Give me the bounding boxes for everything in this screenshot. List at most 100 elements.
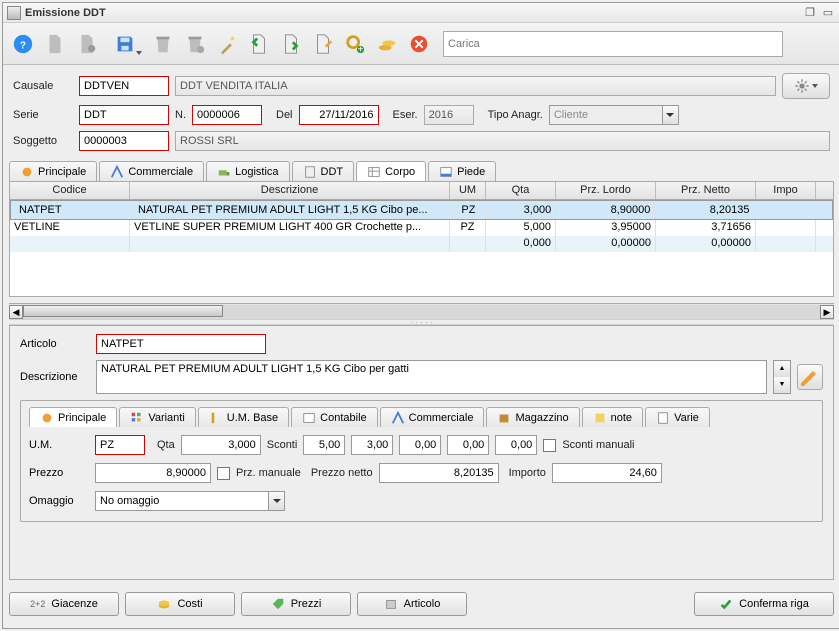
eser-label: Eser. [393,109,418,121]
serie-field[interactable] [79,105,169,125]
omaggio-select[interactable]: No omaggio [95,491,285,511]
table-row[interactable]: VETLINE VETLINE SUPER PREMIUM LIGHT 400 … [10,220,833,236]
titlebar: Emissione DDT ❐ ▭ [3,3,839,23]
sconti-manuali-checkbox[interactable] [543,439,556,452]
prezzo-label: Prezzo [29,467,89,479]
svg-text:+: + [358,44,364,55]
costi-button[interactable]: Costi [125,592,235,616]
new-icon[interactable] [41,30,69,58]
descrizione-spinner[interactable]: ▲▼ [773,360,791,394]
prezzo-field[interactable] [95,463,211,483]
soggetto-desc [175,131,830,151]
edit-icon[interactable] [309,30,337,58]
tab-piede[interactable]: Piede [428,161,496,181]
eser-field [424,105,474,125]
svg-text:?: ? [20,40,26,51]
open-icon[interactable] [245,30,273,58]
header-form: Causale Serie N. Del Eser. Tipo Anagr. C… [3,65,839,157]
table-row[interactable]: NATPET NATURAL PET PREMIUM ADULT LIGHT 1… [10,200,833,220]
sconto4-field[interactable] [447,435,489,455]
dtab-contabile[interactable]: Contabile [291,407,377,427]
prezzi-button[interactable]: Prezzi [241,592,351,616]
dtab-principale[interactable]: Principale [29,407,117,427]
tab-ddt[interactable]: DDT [292,161,355,181]
del-label: Del [276,109,293,121]
save-icon[interactable] [105,30,145,58]
importo-field[interactable] [552,463,662,483]
close-icon[interactable] [405,30,433,58]
trash2-icon[interactable] [181,30,209,58]
tab-corpo[interactable]: Corpo [356,161,426,181]
top-tabstrip: Principale Commerciale Logistica DDT Cor… [3,161,839,181]
importo-label: Importo [509,467,546,479]
tipoanagr-select[interactable]: Cliente [549,105,679,125]
prz-manuale-label: Prz. manuale [236,467,301,479]
um-field[interactable] [95,435,145,455]
dtab-magazzino[interactable]: Magazzino [486,407,579,427]
grid-panel: Codice Descrizione UM Qta Prz. Lordo Prz… [9,181,834,297]
causale-label: Causale [13,80,73,92]
toolbar: ? + Carica [3,23,839,65]
omaggio-label: Omaggio [29,495,89,507]
tab-logistica[interactable]: Logistica [206,161,289,181]
prezzo-netto-field[interactable] [379,463,499,483]
dtab-umbase[interactable]: U.M. Base [198,407,289,427]
window-icon [7,6,21,20]
causale-field[interactable] [79,76,169,96]
app-window: Emissione DDT ❐ ▭ ? + Carica Causale Ser… [2,2,839,629]
scroll-left-icon[interactable]: ◀ [9,305,23,319]
table-row[interactable]: 0,000 0,00000 0,00000 [10,236,833,252]
sconto5-field[interactable] [495,435,537,455]
sconti-label: Sconti [267,439,298,451]
qta-label: Qta [157,439,175,451]
dtab-varianti[interactable]: Varianti [119,407,195,427]
coins-icon[interactable] [373,30,401,58]
giacenze-button[interactable]: 2+2Giacenze [9,592,119,616]
tab-commerciale[interactable]: Commerciale [99,161,204,181]
sconto3-field[interactable] [399,435,441,455]
descrizione-label: Descrizione [20,371,90,383]
dtab-varie[interactable]: Varie [645,407,710,427]
prz-manuale-checkbox[interactable] [217,467,230,480]
gear-button[interactable] [782,73,830,99]
articolo-button[interactable]: Articolo [357,592,467,616]
window-title: Emissione DDT [25,7,800,19]
qta-field[interactable] [181,435,261,455]
grid-header: Codice Descrizione UM Qta Prz. Lordo Prz… [10,182,833,200]
conferma-riga-button[interactable]: Conferma riga [694,592,834,616]
edit-descrizione-button[interactable] [797,364,823,390]
detail-panel: Articolo Descrizione NATURAL PET PREMIUM… [9,325,834,580]
sconto1-field[interactable] [303,435,345,455]
grid-hscroll[interactable]: ◀ ▶ [9,303,834,319]
window-maximize-icon[interactable]: ▭ [820,6,836,20]
trash-icon[interactable] [149,30,177,58]
help-icon[interactable]: ? [9,30,37,58]
prezzo-netto-label: Prezzo netto [311,467,373,479]
search-add-icon[interactable]: + [341,30,369,58]
causale-desc [175,76,776,96]
del-field[interactable] [299,105,379,125]
numero-label: N. [175,109,186,121]
sconto2-field[interactable] [351,435,393,455]
dtab-note[interactable]: note [582,407,643,427]
descrizione-textarea[interactable]: NATURAL PET PREMIUM ADULT LIGHT 1,5 KG C… [96,360,767,394]
export-icon[interactable] [277,30,305,58]
tipoanagr-label: Tipo Anagr. [488,109,543,121]
serie-label: Serie [13,109,73,121]
wand-icon[interactable] [213,30,241,58]
footer: 2+2Giacenze Costi Prezzi Articolo Confer… [9,586,834,622]
scroll-right-icon[interactable]: ▶ [820,305,834,319]
soggetto-label: Soggetto [13,135,73,147]
carica-input[interactable]: Carica [443,31,783,57]
sconti-manuali-label: Sconti manuali [562,439,634,451]
soggetto-field[interactable] [79,131,169,151]
articolo-field[interactable] [96,334,266,354]
um-label: U.M. [29,439,89,451]
numero-field[interactable] [192,105,262,125]
dtab-commerciale[interactable]: Commerciale [380,407,485,427]
articolo-label: Articolo [20,338,90,350]
window-restore-icon[interactable]: ❐ [802,6,818,20]
tab-principale[interactable]: Principale [9,161,97,181]
new2-icon[interactable] [73,30,101,58]
grid-body[interactable]: NATPET NATURAL PET PREMIUM ADULT LIGHT 1… [10,200,833,296]
